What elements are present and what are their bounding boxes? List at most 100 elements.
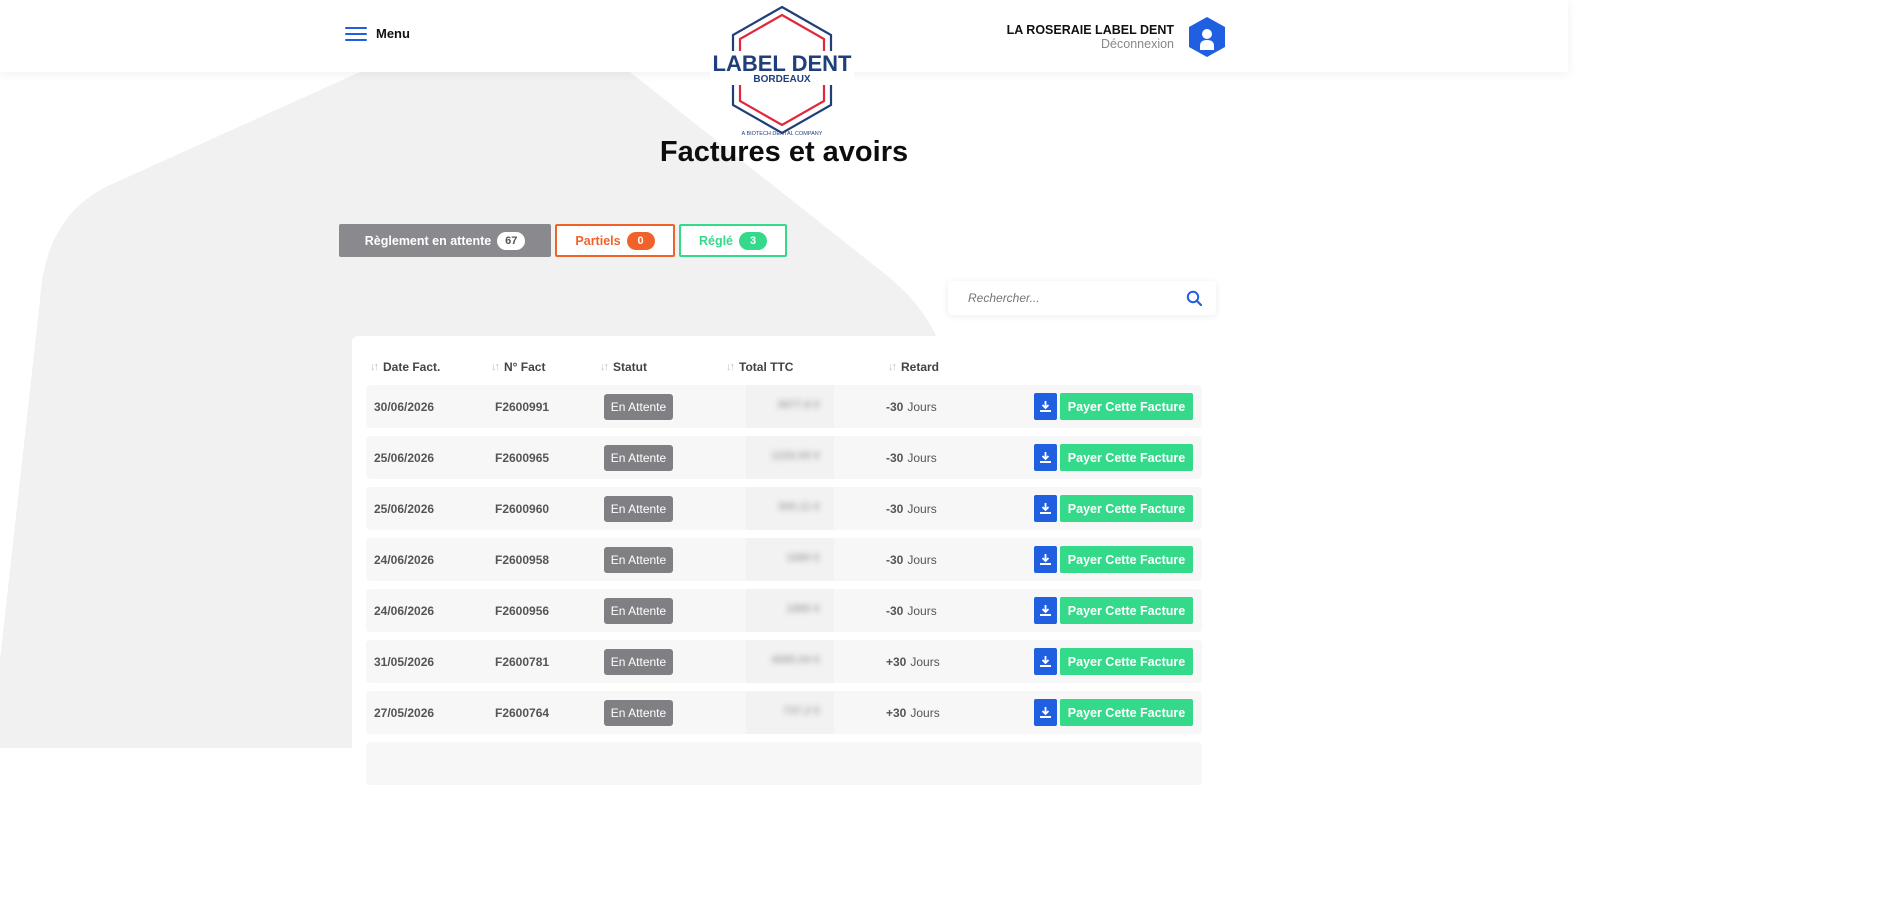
download-icon (1040, 554, 1051, 565)
total-amount: 737.2 € (783, 705, 820, 717)
retard-unit: Jours (907, 552, 937, 567)
retard-cell: -30 Jours (886, 589, 937, 632)
pay-invoice-button[interactable]: Payer Cette Facture (1060, 648, 1193, 675)
tab-paid-count: 3 (739, 231, 768, 250)
table-row-partial (366, 742, 1202, 785)
sort-icon: ↓↑ (888, 361, 897, 373)
invoice-number: F2600781 (495, 654, 550, 669)
download-button[interactable] (1034, 648, 1057, 675)
table-row: 24/06/2026 F2600956 En Attente 1880 € -3… (366, 589, 1202, 632)
search-box (948, 281, 1216, 315)
retard-unit: Jours (907, 501, 937, 516)
pay-invoice-button[interactable]: Payer Cette Facture (1060, 546, 1193, 573)
pay-invoice-button[interactable]: Payer Cette Facture (1060, 495, 1193, 522)
invoice-number: F2600958 (495, 552, 550, 567)
column-retard-label: Retard (901, 360, 940, 374)
invoice-date: 24/06/2026 (374, 603, 435, 618)
total-cell: 3677.8 € (746, 385, 834, 428)
status-badge: En Attente (604, 700, 673, 726)
pay-invoice-button[interactable]: Payer Cette Facture (1060, 699, 1193, 726)
invoice-number: F2600956 (495, 603, 550, 618)
tab-pending[interactable]: Règlement en attente 67 (339, 224, 551, 257)
total-cell: 300.11 € (746, 487, 834, 530)
tab-partial-count: 0 (626, 231, 655, 250)
hamburger-icon (345, 26, 367, 41)
retard-cell: +30 Jours (886, 691, 940, 734)
search-icon[interactable] (1186, 290, 1202, 306)
status-badge: En Attente (604, 394, 673, 420)
table-row: 31/05/2026 F2600781 En Attente 4085.04 €… (366, 640, 1202, 683)
retard-cell: -30 Jours (886, 487, 937, 530)
tab-partial[interactable]: Partiels 0 (555, 224, 675, 257)
download-button[interactable] (1034, 393, 1057, 420)
total-cell: 1680 € (746, 538, 834, 581)
user-panel: LA ROSERAIE LABEL DENT Déconnexion (1007, 16, 1228, 58)
status-tabs: Règlement en attente 67 Partiels 0 Réglé… (339, 224, 787, 257)
menu-button[interactable]: Menu (345, 26, 410, 41)
column-total[interactable]: ↓↑ Total TTC (726, 360, 793, 374)
download-icon (1040, 452, 1051, 463)
retard-value: +30 (886, 654, 907, 669)
download-button[interactable] (1034, 546, 1057, 573)
download-button[interactable] (1034, 444, 1057, 471)
total-amount: 1220.00 € (771, 450, 820, 462)
pay-invoice-button[interactable]: Payer Cette Facture (1060, 597, 1193, 624)
sort-icon: ↓↑ (600, 361, 609, 373)
sort-icon: ↓↑ (491, 361, 500, 373)
invoice-date: 31/05/2026 (374, 654, 435, 669)
invoice-number: F2600764 (495, 705, 550, 720)
download-icon (1040, 605, 1051, 616)
column-status-label: Statut (613, 360, 647, 374)
logo-line1: LABEL DENT (713, 51, 852, 76)
retard-value: -30 (886, 603, 904, 618)
invoice-number: F2600960 (495, 501, 550, 516)
invoice-date: 24/06/2026 (374, 552, 435, 567)
total-amount: 300.11 € (777, 501, 820, 513)
retard-unit: Jours (907, 450, 937, 465)
column-retard[interactable]: ↓↑ Retard (888, 360, 939, 374)
column-number[interactable]: ↓↑ N° Fact (491, 360, 545, 374)
table-row: 25/06/2026 F2600960 En Attente 300.11 € … (366, 487, 1202, 530)
user-avatar-icon[interactable] (1186, 16, 1228, 58)
total-amount: 1880 € (786, 603, 820, 615)
label-dent-logo[interactable]: LABEL DENT BORDEAUX A BIOTECH DENTAL COM… (702, 4, 862, 140)
tab-partial-label: Partiels (575, 233, 621, 248)
status-badge: En Attente (604, 496, 673, 522)
pay-invoice-button[interactable]: Payer Cette Facture (1060, 393, 1193, 420)
invoice-date: 25/06/2026 (374, 501, 435, 516)
retard-value: -30 (886, 399, 904, 414)
page-title: Factures et avoirs (659, 136, 909, 168)
menu-label: Menu (376, 26, 410, 41)
invoice-date: 27/05/2026 (374, 705, 435, 720)
tab-paid-label: Réglé (698, 233, 734, 248)
search-input[interactable] (966, 290, 1180, 306)
user-name: LA ROSERAIE LABEL DENT (1006, 23, 1174, 37)
download-button[interactable] (1034, 597, 1057, 624)
column-number-label: N° Fact (504, 360, 546, 374)
column-date[interactable]: ↓↑ Date Fact. (370, 360, 440, 374)
table-row: 27/05/2026 F2600764 En Attente 737.2 € +… (366, 691, 1202, 734)
invoice-number: F2600965 (495, 450, 550, 465)
tab-pending-count: 67 (497, 231, 526, 250)
total-amount: 4085.04 € (771, 654, 820, 666)
retard-unit: Jours (907, 399, 937, 414)
download-button[interactable] (1034, 699, 1057, 726)
retard-cell: +30 Jours (886, 640, 940, 683)
invoice-number: F2600991 (495, 399, 550, 414)
logo-tagline: A BIOTECH DENTAL COMPANY (742, 131, 823, 137)
retard-unit: Jours (910, 654, 940, 669)
table-row: 24/06/2026 F2600958 En Attente 1680 € -3… (366, 538, 1202, 581)
logout-link[interactable]: Déconnexion (1007, 37, 1174, 51)
column-date-label: Date Fact. (383, 360, 441, 374)
total-amount: 3677.8 € (777, 399, 820, 411)
retard-cell: -30 Jours (886, 385, 937, 428)
download-button[interactable] (1034, 495, 1057, 522)
download-icon (1040, 401, 1051, 412)
pay-invoice-button[interactable]: Payer Cette Facture (1060, 444, 1193, 471)
column-status[interactable]: ↓↑ Statut (600, 360, 647, 374)
status-badge: En Attente (604, 445, 673, 471)
total-amount: 1680 € (786, 552, 820, 564)
tab-paid[interactable]: Réglé 3 (679, 224, 787, 257)
column-total-label: Total TTC (739, 360, 794, 374)
retard-value: +30 (886, 705, 907, 720)
